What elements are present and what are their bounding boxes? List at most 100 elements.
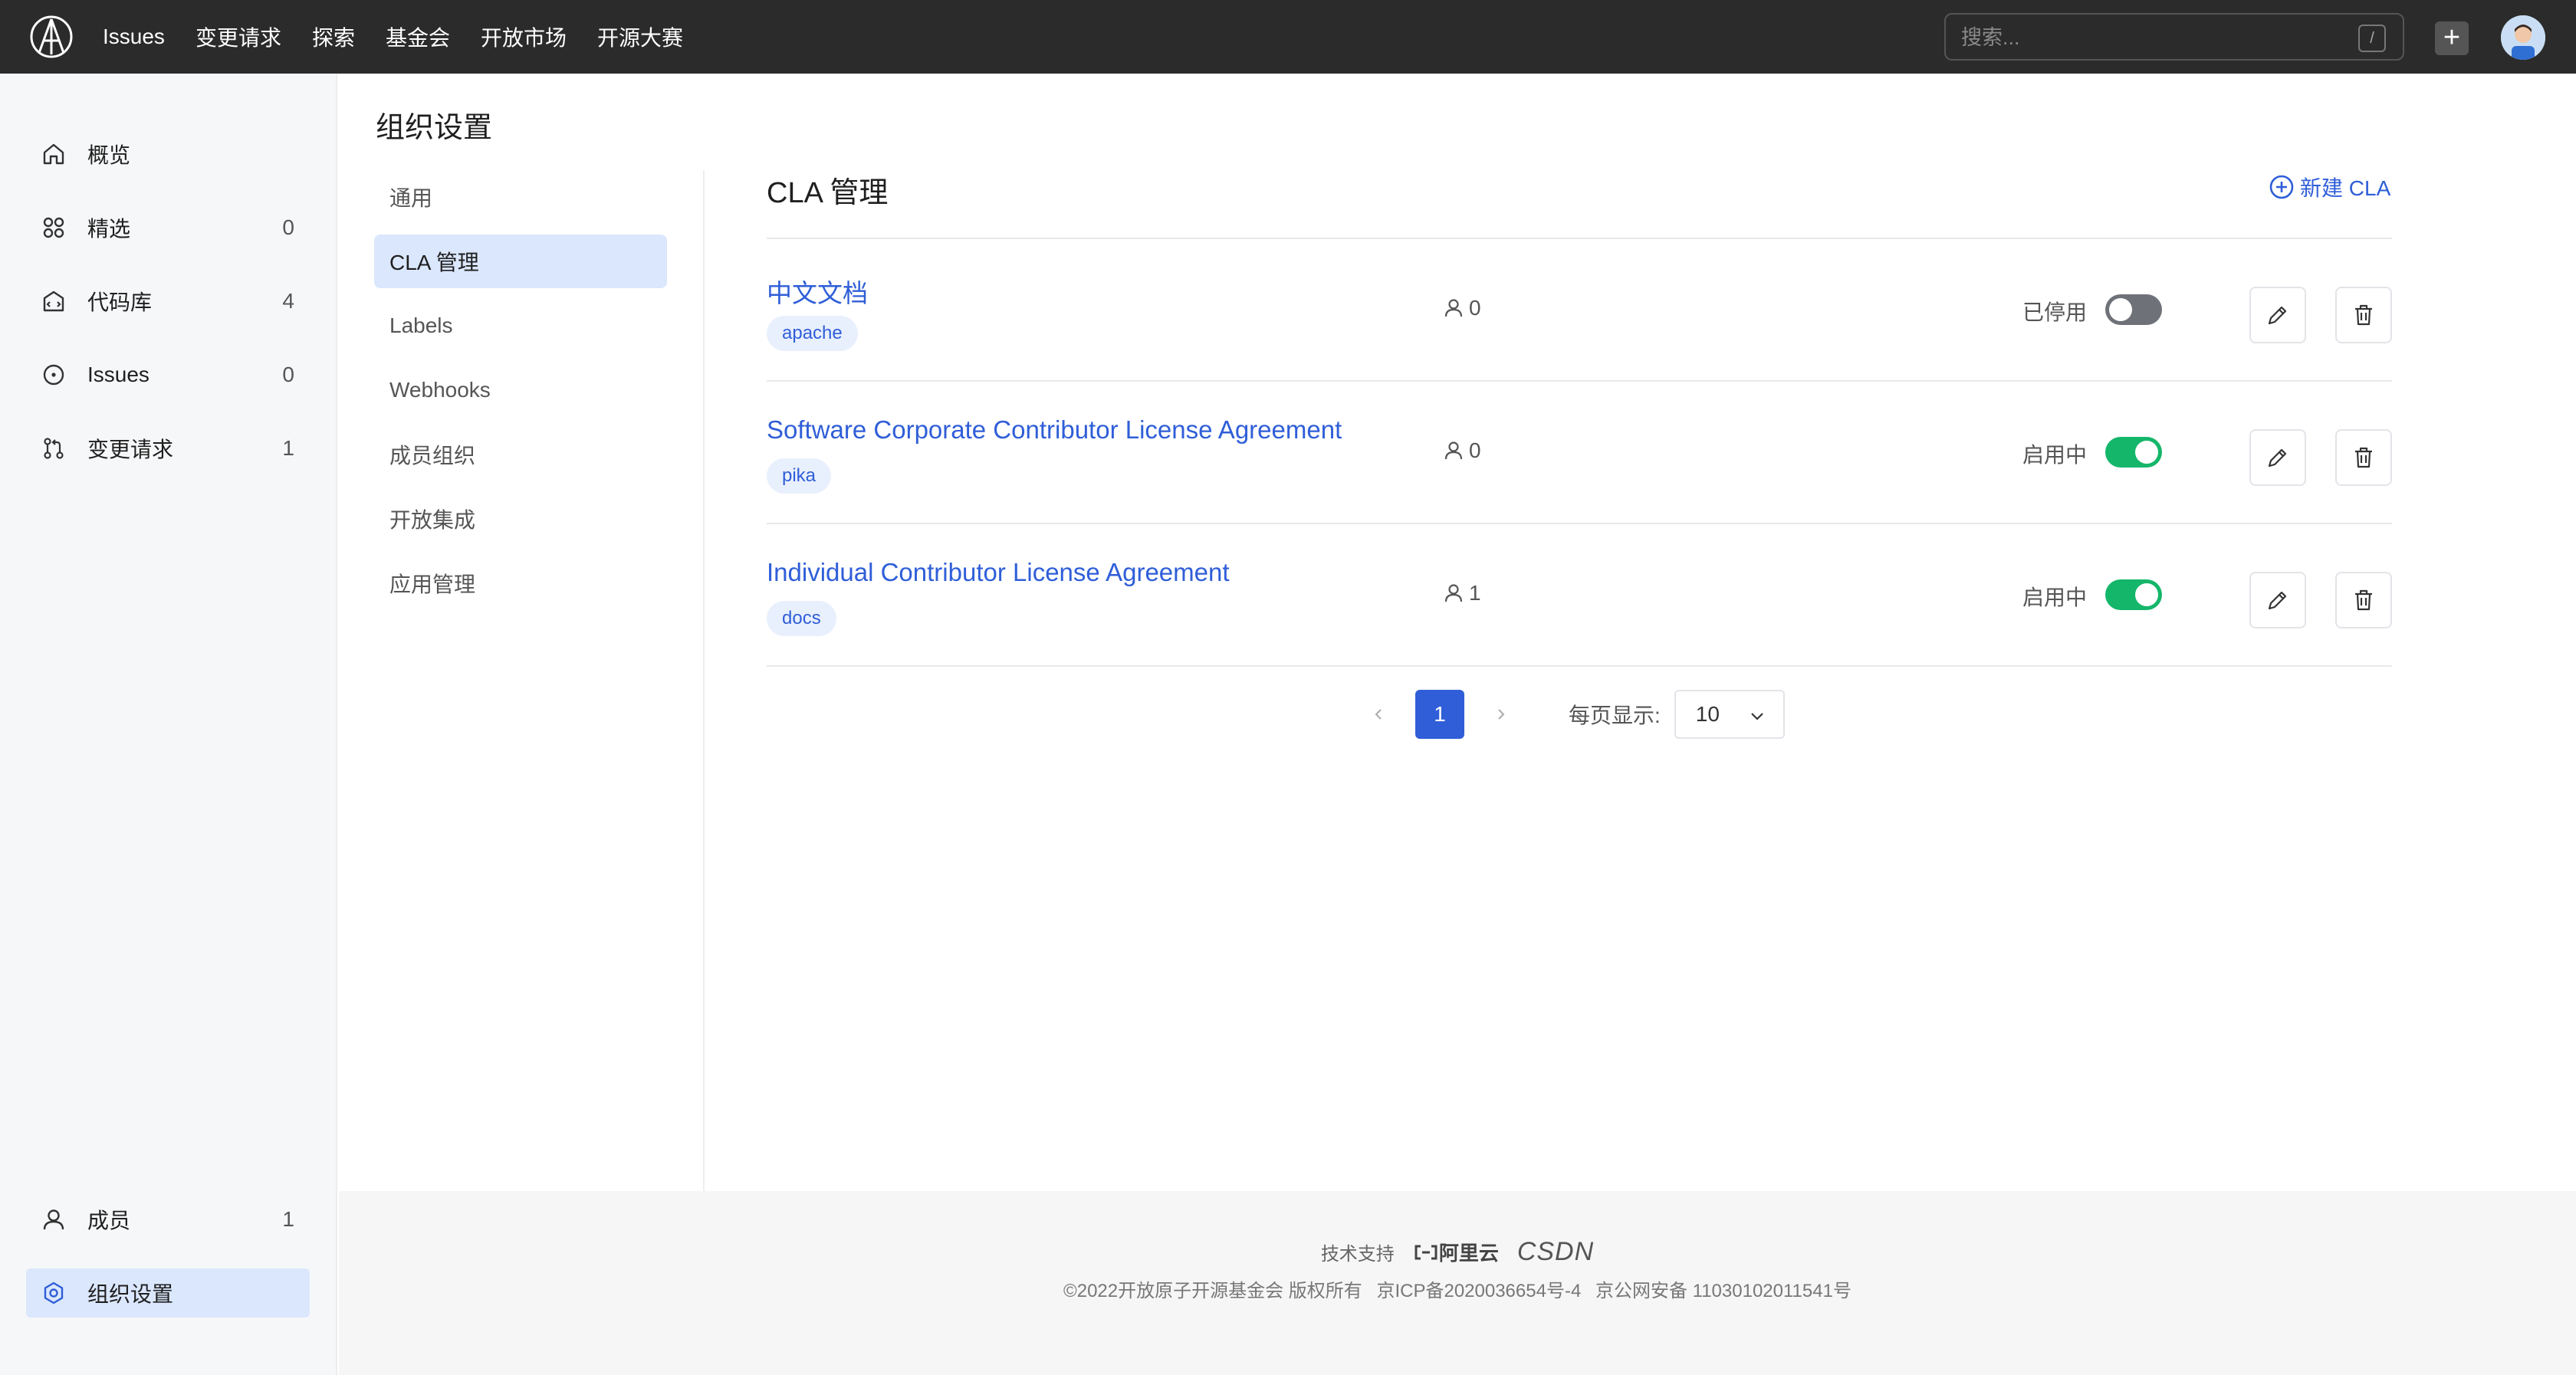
sidebar-item-org-settings[interactable]: 组织设置 xyxy=(26,1268,310,1318)
atomgit-logo-icon[interactable] xyxy=(29,15,74,59)
delete-button[interactable] xyxy=(2335,429,2392,486)
nav-foundation[interactable]: 基金会 xyxy=(386,21,450,52)
sidebar-item-count: 1 xyxy=(282,436,294,460)
footer-support-label: 技术支持 xyxy=(1320,1244,1395,1265)
nav-competition[interactable]: 开源大赛 xyxy=(597,21,683,52)
sidebar-item-label: 成员 xyxy=(87,1209,131,1232)
pull-request-icon xyxy=(38,433,69,464)
subnav-integrations[interactable]: 开放集成 xyxy=(374,492,667,546)
cla-tag: pika xyxy=(767,458,832,494)
user-icon xyxy=(1444,441,1463,460)
page-title: 组织设置 xyxy=(376,112,493,144)
pencil-icon xyxy=(2268,306,2287,325)
sidebar-item-label: Issues xyxy=(87,363,150,386)
sidebar-item-label: 代码库 xyxy=(87,290,153,314)
cla-enable-toggle[interactable] xyxy=(2105,579,2162,610)
toggle-knob xyxy=(2135,583,2158,606)
aliyun-logo[interactable]: 阿里云 xyxy=(1413,1238,1499,1266)
cla-status-text: 已停用 xyxy=(2022,300,2088,324)
nav-change-requests[interactable]: 变更请求 xyxy=(196,21,281,52)
user-icon xyxy=(1444,299,1463,317)
trash-icon xyxy=(2355,304,2372,326)
issue-icon xyxy=(38,359,69,390)
nav-issues[interactable]: Issues xyxy=(103,25,165,49)
cla-tag: apache xyxy=(767,316,858,351)
create-new-button[interactable]: + xyxy=(2435,21,2469,55)
edit-button[interactable] xyxy=(2249,429,2306,486)
sidebar-item-count: 0 xyxy=(282,363,294,386)
repo-icon xyxy=(38,286,69,317)
sidebar-item-change-requests[interactable]: 变更请求 1 xyxy=(26,424,310,473)
subnav-member-orgs[interactable]: 成员组织 xyxy=(374,428,667,481)
footer-police-link[interactable]: 京公网安备 11030102011541号 xyxy=(1595,1281,1852,1301)
user-icon xyxy=(38,1204,69,1235)
prev-page-button[interactable] xyxy=(1365,701,1392,728)
footer-support: 技术支持 阿里云 CSDN xyxy=(339,1237,2576,1267)
footer-copyright: ©2022开放原子开源基金会 版权所有 xyxy=(1063,1281,1362,1301)
cla-enable-toggle[interactable] xyxy=(2105,294,2162,325)
settings-subnav: 通用 CLA 管理 Labels Webhooks 成员组织 开放集成 应用管理 xyxy=(374,170,667,621)
cla-row: Software Corporate Contributor License A… xyxy=(767,382,2392,523)
sidebar-item-count: 4 xyxy=(282,289,294,313)
settings-icon xyxy=(38,1278,69,1308)
sidebar-item-label: 精选 xyxy=(87,217,131,241)
member-count-value: 0 xyxy=(1469,438,1481,462)
sidebar-item-issues[interactable]: Issues 0 xyxy=(26,350,310,399)
pagination: 1 每页显示: 10 xyxy=(1365,690,1785,739)
grid-icon xyxy=(38,212,69,243)
section-title: CLA 管理 xyxy=(767,177,889,209)
cla-enable-toggle[interactable] xyxy=(2105,437,2162,468)
search-input[interactable] xyxy=(1961,22,2344,53)
subnav-cla[interactable]: CLA 管理 xyxy=(374,235,667,288)
delete-button[interactable] xyxy=(2335,572,2392,628)
sidebar-item-count: 1 xyxy=(282,1207,294,1231)
new-cla-label: 新建 CLA xyxy=(2300,176,2391,200)
page-number-button[interactable]: 1 xyxy=(1415,690,1464,739)
cla-status-text: 启用中 xyxy=(2022,443,2088,467)
next-page-button[interactable] xyxy=(1487,701,1515,728)
new-cla-button[interactable]: 新建 CLA xyxy=(2268,172,2390,202)
cla-name-link[interactable]: Individual Contributor License Agreement xyxy=(767,558,1230,587)
cla-row: Individual Contributor License Agreement… xyxy=(767,524,2392,665)
trash-icon xyxy=(2355,447,2372,468)
page-size-select[interactable]: 10 xyxy=(1674,690,1785,739)
subnav-general[interactable]: 通用 xyxy=(374,170,667,224)
main-nav: Issues 变更请求 探索 基金会 开放市场 开源大赛 xyxy=(103,0,714,74)
nav-open-market[interactable]: 开放市场 xyxy=(481,21,567,52)
sidebar-item-count: 0 xyxy=(282,215,294,239)
subnav-labels[interactable]: Labels xyxy=(374,299,667,353)
trash-icon xyxy=(2355,589,2372,611)
member-count-value: 1 xyxy=(1469,581,1481,605)
page-size-label: 每页显示: xyxy=(1569,704,1661,727)
footer-icp-link[interactable]: 京ICP备2020036654号-4 xyxy=(1376,1281,1581,1301)
search-box[interactable]: / xyxy=(1944,13,2404,61)
member-count-value: 0 xyxy=(1469,296,1481,320)
sidebar-item-repos[interactable]: 代码库 4 xyxy=(26,277,310,326)
plus-circle-icon xyxy=(2269,175,2294,199)
edit-button[interactable] xyxy=(2249,287,2306,343)
footer: 技术支持 阿里云 CSDN ©2022开放原子开源基金会 版权所有 京ICP备2… xyxy=(339,1191,2576,1375)
aliyun-logo-text: 阿里云 xyxy=(1438,1242,1499,1265)
aliyun-bracket-icon xyxy=(1414,1245,1438,1259)
delete-button[interactable] xyxy=(2335,287,2392,343)
csdn-logo[interactable]: CSDN xyxy=(1517,1237,1594,1267)
vertical-divider xyxy=(703,170,705,1191)
cla-member-count: 0 xyxy=(1441,438,1481,463)
subnav-webhooks[interactable]: Webhooks xyxy=(374,363,667,417)
sidebar-item-members[interactable]: 成员 1 xyxy=(26,1195,310,1244)
page-size-value: 10 xyxy=(1695,702,1720,726)
subnav-apps[interactable]: 应用管理 xyxy=(374,556,667,610)
edit-button[interactable] xyxy=(2249,572,2306,628)
search-shortcut-key: / xyxy=(2358,25,2386,52)
chevron-down-icon xyxy=(1751,713,1763,720)
sidebar-item-featured[interactable]: 精选 0 xyxy=(26,203,310,252)
cla-name-link[interactable]: 中文文档 xyxy=(767,273,868,310)
cla-member-count: 1 xyxy=(1441,581,1481,605)
sidebar-item-overview[interactable]: 概览 xyxy=(26,130,310,179)
cla-list: 中文文档 apache 0 已停用 Software Corporate Con… xyxy=(767,238,2392,667)
user-avatar[interactable] xyxy=(2501,15,2545,60)
pencil-icon xyxy=(2268,591,2287,610)
cla-name-link[interactable]: Software Corporate Contributor License A… xyxy=(767,415,1342,445)
nav-explore[interactable]: 探索 xyxy=(312,21,355,52)
chevron-left-icon xyxy=(1375,709,1382,720)
